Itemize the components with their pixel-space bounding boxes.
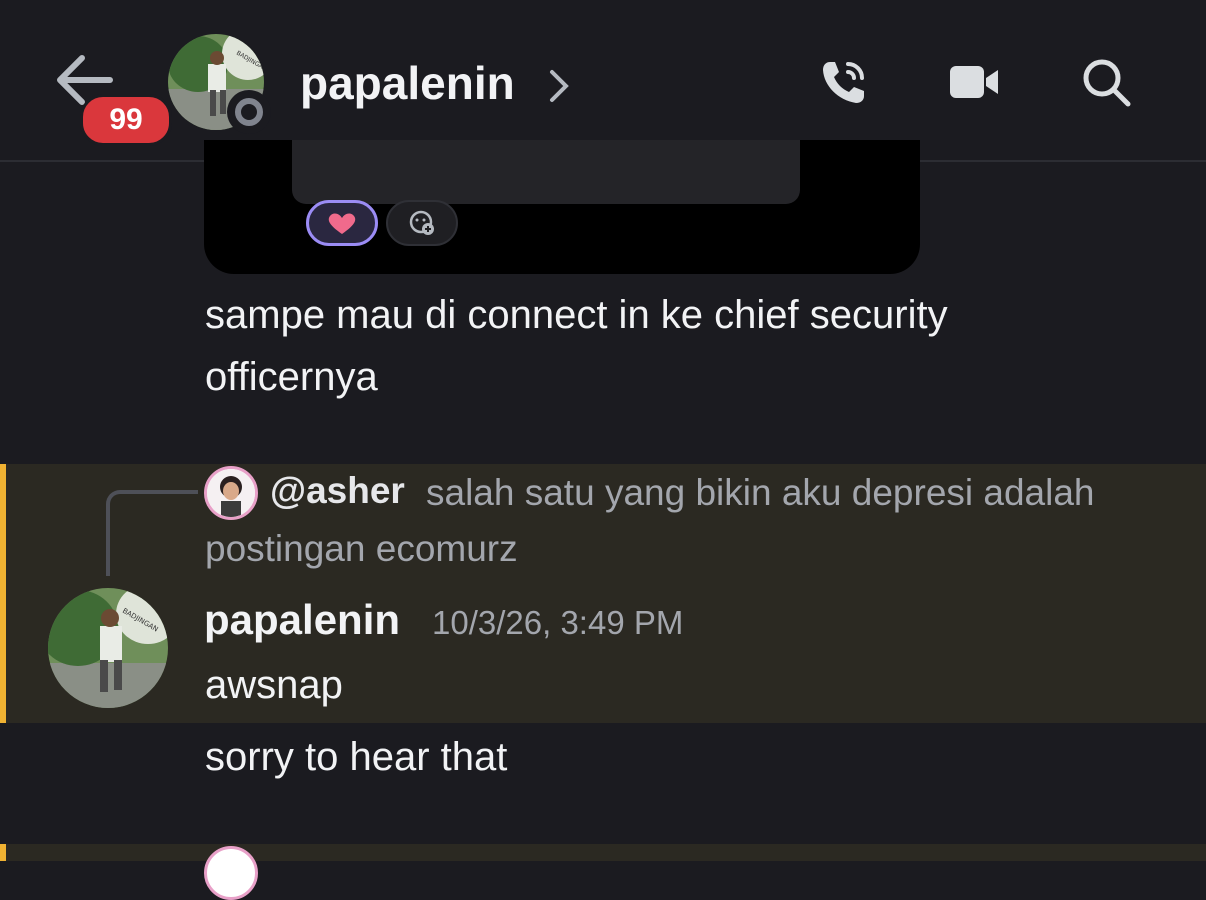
status-offline-icon bbox=[227, 90, 271, 134]
message-author[interactable]: papalenin bbox=[204, 596, 400, 644]
video-camera-icon[interactable] bbox=[948, 56, 1000, 108]
chevron-right-icon[interactable] bbox=[548, 68, 570, 104]
message-text: sorry to hear that bbox=[205, 735, 508, 779]
add-emoji-icon bbox=[409, 210, 434, 235]
image-attachment[interactable] bbox=[204, 140, 920, 274]
reply-connector bbox=[106, 490, 198, 576]
author-avatar[interactable]: BADJINGAN bbox=[48, 588, 168, 708]
mention-highlight bbox=[0, 844, 1206, 861]
phone-icon[interactable] bbox=[818, 56, 870, 108]
heart-icon bbox=[328, 213, 356, 234]
message-timestamp: 10/3/26, 3:49 PM bbox=[432, 604, 684, 641]
message-text: sampe mau di connect in ke chief securit… bbox=[205, 293, 948, 337]
chat-header: 99 BADJINGAN papalenin bbox=[0, 0, 1206, 162]
reaction-heart[interactable] bbox=[306, 200, 378, 246]
message-text: awsnap bbox=[205, 663, 343, 707]
reply-avatar[interactable] bbox=[204, 846, 258, 900]
add-reaction-button[interactable] bbox=[386, 200, 458, 246]
reply-author[interactable]: @asher bbox=[270, 470, 405, 512]
reply-preview-text[interactable]: postingan ecomurz bbox=[205, 528, 518, 570]
message-text: officernya bbox=[205, 355, 378, 399]
reply-avatar[interactable] bbox=[204, 466, 258, 520]
channel-title[interactable]: papalenin bbox=[300, 56, 515, 110]
unread-badge: 99 bbox=[80, 94, 172, 146]
search-icon[interactable] bbox=[1080, 56, 1132, 108]
embedded-message-preview bbox=[292, 140, 800, 204]
reply-preview-text[interactable]: salah satu yang bikin aku depresi adalah bbox=[426, 472, 1095, 514]
